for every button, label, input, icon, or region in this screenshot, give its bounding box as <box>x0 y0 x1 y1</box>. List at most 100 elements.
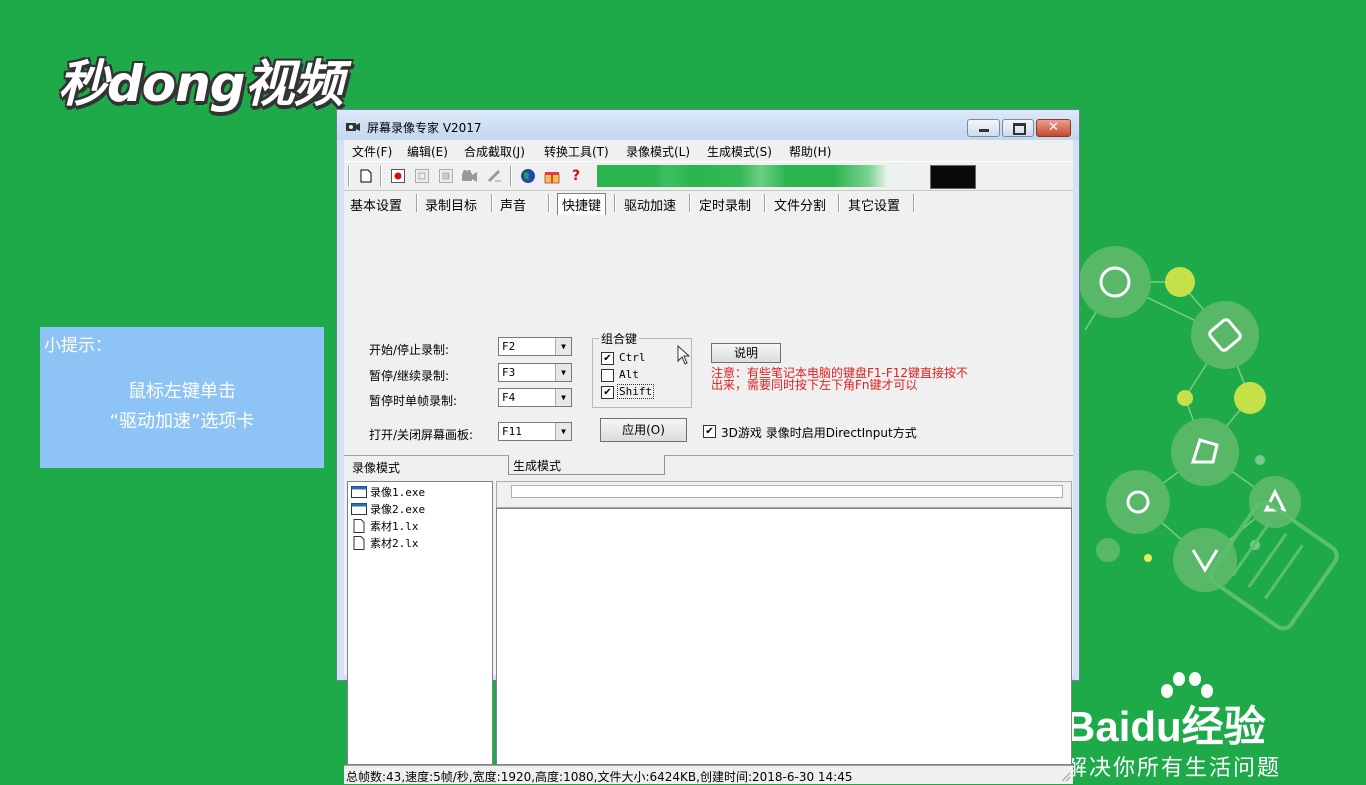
document-icon <box>353 536 365 550</box>
mouse-cursor-icon <box>677 345 691 365</box>
tab-target[interactable]: 录制目标 <box>425 195 477 214</box>
exe-window-icon <box>351 486 367 498</box>
start-stop-hotkey-value: F2 <box>502 340 516 353</box>
directinput-label: 3D游戏 录像时启用DirectInput方式 <box>721 426 917 440</box>
generate-content-area[interactable] <box>496 508 1072 765</box>
app-window: 屏幕录像专家 V2017 ✕ 文件(F) 编辑(E) 合成截取(J) 转换工具(… <box>336 109 1080 784</box>
pen-icon <box>487 169 501 183</box>
start-stop-label: 开始/停止录制: <box>369 343 450 357</box>
menu-bar: 文件(F) 编辑(E) 合成截取(J) 转换工具(T) 录像模式(L) 生成模式… <box>344 140 1073 161</box>
pause-button[interactable] <box>413 167 431 185</box>
single-frame-hotkey-select[interactable]: F4 ▼ <box>498 388 572 407</box>
pause-resume-label: 暂停/继续录制: <box>369 369 450 383</box>
pause-resume-hotkey-value: F3 <box>502 366 516 379</box>
dropdown-arrow-icon: ▼ <box>555 338 571 355</box>
camera-button[interactable] <box>461 167 479 185</box>
resize-grip-icon[interactable] <box>1059 770 1071 782</box>
tip-panel: 小提示： 鼠标左键单击 “驱动加速”选项卡 <box>40 327 324 468</box>
drawing-board-label: 打开/关闭屏幕画板: <box>369 428 474 442</box>
tab-other-settings[interactable]: 其它设置 <box>848 195 900 214</box>
menu-record-mode[interactable]: 录像模式(L) <box>626 143 690 160</box>
toolbar-separator <box>380 166 382 186</box>
apply-button[interactable]: 应用(O) <box>600 418 687 442</box>
lightbulb-decoration <box>1080 246 1339 631</box>
help-icon[interactable]: ? <box>567 167 585 185</box>
toolbar-separator <box>510 166 512 186</box>
settings-tabs: 基本设置 录制目标 声音 快捷键 驱动加速 定时录制 文件分割 其它设置 <box>344 190 1073 216</box>
tab-divider <box>416 194 418 212</box>
menu-file[interactable]: 文件(F) <box>352 143 392 160</box>
tab-timed-recording[interactable]: 定时录制 <box>699 195 751 214</box>
menu-help[interactable]: 帮助(H) <box>789 143 831 160</box>
new-file-button[interactable] <box>357 167 375 185</box>
pen-button[interactable] <box>485 167 503 185</box>
tab-divider <box>764 194 766 212</box>
record-icon <box>391 169 405 183</box>
single-frame-label: 暂停时单帧录制: <box>369 394 458 408</box>
pause-icon <box>415 169 429 183</box>
drawing-board-hotkey-value: F11 <box>502 425 522 438</box>
status-text: 总帧数:43,速度:5帧/秒,宽度:1920,高度:1080,文件大小:6424… <box>346 770 853 784</box>
alt-label: Alt <box>619 368 639 381</box>
ctrl-checkbox[interactable]: ✔ <box>601 352 614 365</box>
list-item[interactable]: 录像2.exe <box>351 501 425 517</box>
restore-icon <box>1013 123 1026 135</box>
stop-button[interactable] <box>437 167 455 185</box>
tab-divider <box>838 194 840 212</box>
menu-convert-tools[interactable]: 转换工具(T) <box>544 143 609 160</box>
dropdown-arrow-icon: ▼ <box>555 364 571 381</box>
tab-driver-acceleration[interactable]: 驱动加速 <box>624 195 676 214</box>
window-client: 文件(F) 编辑(E) 合成截取(J) 转换工具(T) 录像模式(L) 生成模式… <box>344 140 1073 784</box>
camera-app-icon <box>346 123 360 131</box>
list-item[interactable]: 素材1.lx <box>351 518 419 534</box>
dropdown-arrow-icon: ▼ <box>555 389 571 406</box>
file-name: 录像1.exe <box>370 486 426 499</box>
gift-button[interactable] <box>543 167 561 185</box>
minimize-button[interactable] <box>967 119 1000 137</box>
recording-file-list: 录像1.exe 录像2.exe 素材1.lx 素材2.lx <box>347 481 493 765</box>
miaodong-logo: 秒dong视频 <box>58 44 368 122</box>
directinput-checkbox[interactable]: ✔ <box>703 425 716 438</box>
menu-generate-mode[interactable]: 生成模式(S) <box>707 143 772 160</box>
toolbar: ? <box>344 161 1073 191</box>
list-item[interactable]: 素材2.lx <box>351 535 419 551</box>
globe-icon <box>521 169 535 183</box>
fn-key-note: 注意：有些笔记本电脑的键盘F1-F12键直接按不出来，需要同时按下左下角Fn键才… <box>711 366 969 392</box>
video-camera-icon <box>462 170 477 182</box>
generate-path-field[interactable] <box>511 485 1063 498</box>
level-meter <box>930 165 976 189</box>
title-bar[interactable]: 屏幕录像专家 V2017 ✕ <box>337 110 1079 140</box>
shift-label: Shift <box>617 384 655 399</box>
file-name: 录像2.exe <box>370 503 426 516</box>
minimize-icon <box>979 129 989 132</box>
logo-text: 秒dong视频 <box>58 55 344 113</box>
tab-hotkeys[interactable]: 快捷键 <box>557 193 607 215</box>
globe-button[interactable] <box>519 167 537 185</box>
pause-resume-hotkey-select[interactable]: F3 ▼ <box>498 363 572 382</box>
list-item[interactable]: 录像1.exe <box>351 484 425 500</box>
close-button[interactable]: ✕ <box>1036 119 1071 137</box>
exe-window-icon <box>351 503 367 515</box>
generate-mode-tab[interactable]: 生成模式 <box>508 455 665 475</box>
tab-divider <box>548 194 550 212</box>
explain-button[interactable]: 说明 <box>711 343 781 363</box>
menu-edit[interactable]: 编辑(E) <box>407 143 448 160</box>
menu-merge-capture[interactable]: 合成截取(J) <box>464 143 525 160</box>
shift-checkbox[interactable]: ✔ <box>601 386 614 399</box>
tip-line-2: “驱动加速”选项卡 <box>109 411 255 432</box>
record-mode-section-label: 录像模式 <box>352 461 401 475</box>
record-button[interactable] <box>389 167 407 185</box>
tab-file-split[interactable]: 文件分割 <box>774 195 826 214</box>
tab-basic[interactable]: 基本设置 <box>350 195 402 214</box>
alt-checkbox[interactable] <box>601 369 614 382</box>
baidu-slogan: 解决你所有生活问题 <box>1065 756 1282 781</box>
close-icon: ✕ <box>1048 120 1059 135</box>
tab-sound[interactable]: 声音 <box>500 195 526 214</box>
new-file-icon <box>360 169 372 183</box>
document-icon <box>353 519 365 533</box>
tab-divider <box>913 194 915 212</box>
maximize-button[interactable] <box>1002 119 1034 137</box>
start-stop-hotkey-select[interactable]: F2 ▼ <box>498 337 572 356</box>
drawing-board-hotkey-select[interactable]: F11 ▼ <box>498 422 572 441</box>
dropdown-arrow-icon: ▼ <box>555 423 571 440</box>
